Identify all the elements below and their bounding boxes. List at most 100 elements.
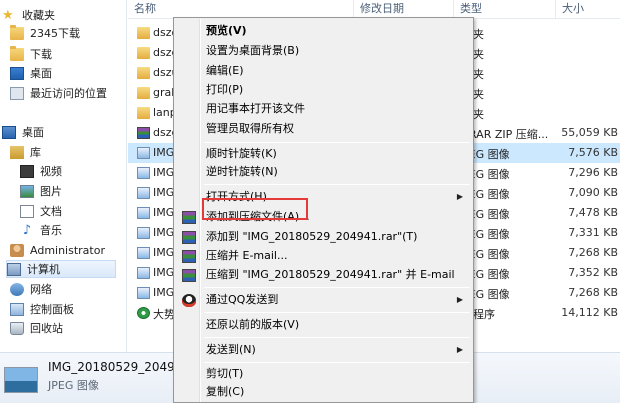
menu-item-cut[interactable]: 剪切(T) (176, 364, 471, 384)
file-name: dszg (153, 46, 175, 59)
nav-item-label: 桌面 (22, 126, 44, 139)
file-name: grab (153, 86, 175, 99)
nav-item-2345-downloads[interactable]: 2345下载 (10, 24, 80, 42)
menu-item-send-via-qq[interactable]: 通过QQ发送到 ▶ (176, 290, 471, 310)
menu-item-compress-and-email[interactable]: 压缩并 E-mail... (176, 246, 471, 266)
file-size: 7,576 KB (568, 146, 618, 159)
nav-item-label: 库 (30, 146, 41, 159)
submenu-arrow-icon: ▶ (456, 345, 463, 354)
file-size: 7,268 KB (568, 286, 618, 299)
folder-icon (137, 107, 150, 119)
image-file-icon (137, 187, 150, 199)
highlight-annotation-box (202, 198, 308, 220)
nav-item-downloads[interactable]: 下载 (10, 45, 52, 63)
file-size: 14,112 KB (561, 306, 618, 319)
file-size: 7,478 KB (568, 206, 618, 219)
monitor-icon (2, 126, 16, 139)
nav-item-network[interactable]: 网络 (10, 280, 52, 298)
submenu-arrow-icon: ▶ (456, 295, 463, 304)
submenu-arrow-icon: ▶ (456, 192, 463, 201)
nav-item-desktop[interactable]: 桌面 (2, 123, 44, 141)
winrar-icon (182, 211, 196, 224)
menu-item-take-ownership[interactable]: 管理员取得所有权 (176, 119, 471, 139)
nav-item-label: 回收站 (30, 322, 63, 335)
nav-item-label: 音乐 (40, 224, 62, 237)
menu-item-send-to[interactable]: 发送到(N) ▶ (176, 340, 471, 360)
menu-item-print[interactable]: 打印(P) (176, 80, 471, 100)
rar-archive-icon (137, 127, 150, 139)
winrar-icon (182, 250, 196, 263)
file-name: IMG (153, 186, 175, 199)
nav-item-label: 控制面板 (30, 303, 74, 316)
nav-item-pictures[interactable]: 图片 (20, 182, 62, 200)
menu-item-rotate-counterclockwise[interactable]: 逆时针旋转(N) (176, 162, 471, 182)
nav-item-label: 计算机 (27, 263, 60, 276)
file-name: IMG (153, 286, 175, 299)
nav-item-recycle-bin[interactable]: 回收站 (10, 319, 63, 337)
nav-item-videos[interactable]: 视频 (20, 162, 62, 180)
menu-separator (204, 142, 470, 143)
menu-item-rotate-clockwise[interactable]: 顺时针旋转(K) (176, 144, 471, 164)
menu-item-preview[interactable]: 预览(V) (176, 21, 471, 41)
nav-item-libraries[interactable]: 库 (10, 143, 41, 161)
nav-item-favorites[interactable]: ★ 收藏夹 (2, 6, 55, 24)
file-type: nRAR ZIP 压缩... (462, 128, 549, 141)
column-header-size[interactable]: 大小 (556, 0, 620, 19)
nav-item-label: 图片 (40, 185, 62, 198)
folder-icon (137, 47, 150, 59)
nav-item-desktop-fav[interactable]: 桌面 (10, 64, 52, 82)
nav-item-label: Administrator (30, 243, 105, 257)
nav-item-computer[interactable]: 计算机 (6, 260, 116, 278)
menu-item-label: 通过QQ发送到 (206, 293, 279, 306)
nav-item-recent-places[interactable]: 最近访问的位置 (10, 84, 107, 102)
file-size: 7,268 KB (568, 246, 618, 259)
menu-item-open-with-notepad[interactable]: 用记事本打开该文件 (176, 99, 471, 119)
library-icon (10, 145, 24, 159)
file-name: dszg (153, 126, 175, 139)
winrar-icon (182, 231, 196, 244)
file-size: 55,059 KB (561, 126, 618, 139)
image-file-icon (137, 147, 150, 159)
file-name: IMG (153, 166, 175, 179)
folder-icon (137, 87, 150, 99)
menu-separator (204, 287, 470, 288)
video-icon (20, 164, 34, 178)
menu-item-restore-previous-versions[interactable]: 还原以前的版本(V) (176, 315, 471, 335)
menu-item-label: 压缩并 E-mail... (206, 249, 288, 262)
menu-separator (204, 312, 470, 313)
nav-item-label: 收藏夹 (22, 9, 55, 22)
nav-item-label: 网络 (30, 283, 52, 296)
picture-icon (20, 184, 34, 198)
star-icon: ★ (2, 7, 14, 23)
control-panel-icon (10, 302, 24, 316)
navigation-pane: ★ 收藏夹 2345下载 下载 桌面 最近访问的位置 桌面 库 视频 图片 文档… (0, 0, 127, 352)
menu-item-set-desktop-background[interactable]: 设置为桌面背景(B) (176, 41, 471, 61)
desktop-icon (10, 66, 24, 80)
winrar-icon (182, 269, 196, 282)
file-size: 7,352 KB (568, 266, 618, 279)
user-icon (10, 243, 24, 257)
document-icon (20, 204, 34, 218)
menu-item-copy[interactable]: 复制(C) (176, 382, 471, 402)
image-thumbnail (4, 367, 38, 393)
menu-item-add-to-rar[interactable]: 添加到 "IMG_20180529_204941.rar"(T) (176, 227, 471, 247)
image-file-icon (137, 227, 150, 239)
nav-item-music[interactable]: ♪ 音乐 (20, 221, 62, 239)
file-size: 7,090 KB (568, 186, 618, 199)
file-size: 7,296 KB (568, 166, 618, 179)
network-icon (10, 282, 24, 296)
menu-item-compress-to-rar-and-email[interactable]: 压缩到 "IMG_20180529_204941.rar" 并 E-mail (176, 265, 471, 285)
nav-item-control-panel[interactable]: 控制面板 (10, 300, 74, 318)
file-size: 7,331 KB (568, 226, 618, 239)
nav-item-label: 视频 (40, 165, 62, 178)
file-name: dszo (153, 26, 175, 39)
computer-icon (7, 262, 21, 276)
nav-item-label: 桌面 (30, 67, 52, 80)
recycle-bin-icon (10, 321, 24, 335)
menu-separator (204, 337, 470, 338)
menu-item-edit[interactable]: 编辑(E) (176, 61, 471, 81)
nav-item-documents[interactable]: 文档 (20, 202, 62, 220)
nav-item-administrator[interactable]: Administrator (10, 241, 105, 259)
menu-item-label: 添加到 "IMG_20180529_204941.rar"(T) (206, 230, 418, 243)
image-file-icon (137, 247, 150, 259)
